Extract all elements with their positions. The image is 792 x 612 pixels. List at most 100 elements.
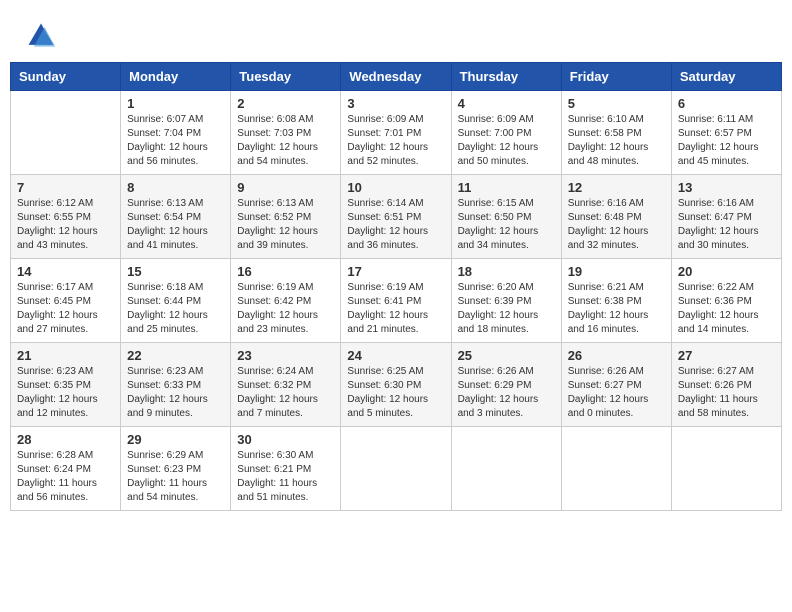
day-number: 30 [237,432,334,447]
day-number: 6 [678,96,775,111]
calendar-cell [341,427,451,511]
column-header-thursday: Thursday [451,63,561,91]
day-number: 8 [127,180,224,195]
cell-content: Sunrise: 6:13 AM Sunset: 6:54 PM Dayligh… [127,197,224,253]
calendar-cell [451,427,561,511]
day-number: 19 [568,264,665,279]
day-number: 27 [678,348,775,363]
day-number: 28 [17,432,114,447]
cell-content: Sunrise: 6:20 AM Sunset: 6:39 PM Dayligh… [458,281,555,337]
calendar-week-1: 1 Sunrise: 6:07 AM Sunset: 7:04 PM Daylig… [11,91,782,175]
cell-content: Sunrise: 6:10 AM Sunset: 6:58 PM Dayligh… [568,113,665,169]
column-header-monday: Monday [121,63,231,91]
cell-content: Sunrise: 6:15 AM Sunset: 6:50 PM Dayligh… [458,197,555,253]
calendar-cell: 27 Sunrise: 6:27 AM Sunset: 6:26 PM Dayli… [671,343,781,427]
day-number: 23 [237,348,334,363]
column-header-friday: Friday [561,63,671,91]
cell-content: Sunrise: 6:28 AM Sunset: 6:24 PM Dayligh… [17,449,114,505]
calendar-cell: 13 Sunrise: 6:16 AM Sunset: 6:47 PM Dayli… [671,175,781,259]
cell-content: Sunrise: 6:13 AM Sunset: 6:52 PM Dayligh… [237,197,334,253]
day-number: 12 [568,180,665,195]
calendar-cell: 23 Sunrise: 6:24 AM Sunset: 6:32 PM Dayli… [231,343,341,427]
day-number: 18 [458,264,555,279]
calendar-cell: 14Sunrise: 6:17 AM Sunset: 6:45 PM Dayli… [11,259,121,343]
day-number: 4 [458,96,555,111]
calendar-cell: 28 Sunrise: 6:28 AM Sunset: 6:24 PM Dayli… [11,427,121,511]
cell-content: Sunrise: 6:25 AM Sunset: 6:30 PM Dayligh… [347,365,444,421]
calendar-week-3: 14Sunrise: 6:17 AM Sunset: 6:45 PM Dayli… [11,259,782,343]
column-header-sunday: Sunday [11,63,121,91]
day-number: 25 [458,348,555,363]
day-number: 15 [127,264,224,279]
logo-icon [25,20,57,52]
day-number: 22 [127,348,224,363]
day-number: 10 [347,180,444,195]
calendar-cell: 17Sunrise: 6:19 AM Sunset: 6:41 PM Dayli… [341,259,451,343]
calendar-cell: 3 Sunrise: 6:09 AM Sunset: 7:01 PM Daylig… [341,91,451,175]
cell-content: Sunrise: 6:24 AM Sunset: 6:32 PM Dayligh… [237,365,334,421]
day-number: 11 [458,180,555,195]
day-number: 5 [568,96,665,111]
calendar-cell: 24 Sunrise: 6:25 AM Sunset: 6:30 PM Dayli… [341,343,451,427]
calendar-cell: 9 Sunrise: 6:13 AM Sunset: 6:52 PM Daylig… [231,175,341,259]
cell-content: Sunrise: 6:30 AM Sunset: 6:21 PM Dayligh… [237,449,334,505]
cell-content: Sunrise: 6:09 AM Sunset: 7:00 PM Dayligh… [458,113,555,169]
day-number: 24 [347,348,444,363]
cell-content: Sunrise: 6:26 AM Sunset: 6:29 PM Dayligh… [458,365,555,421]
cell-content: Sunrise: 6:23 AM Sunset: 6:35 PM Dayligh… [17,365,114,421]
calendar-cell [11,91,121,175]
logo [25,20,61,52]
calendar-cell: 8 Sunrise: 6:13 AM Sunset: 6:54 PM Daylig… [121,175,231,259]
cell-content: Sunrise: 6:19 AM Sunset: 6:41 PM Dayligh… [347,281,444,337]
cell-content: Sunrise: 6:17 AM Sunset: 6:45 PM Dayligh… [17,281,114,337]
cell-content: Sunrise: 6:11 AM Sunset: 6:57 PM Dayligh… [678,113,775,169]
calendar-cell: 5 Sunrise: 6:10 AM Sunset: 6:58 PM Daylig… [561,91,671,175]
column-header-tuesday: Tuesday [231,63,341,91]
cell-content: Sunrise: 6:14 AM Sunset: 6:51 PM Dayligh… [347,197,444,253]
day-number: 16 [237,264,334,279]
cell-content: Sunrise: 6:12 AM Sunset: 6:55 PM Dayligh… [17,197,114,253]
cell-content: Sunrise: 6:08 AM Sunset: 7:03 PM Dayligh… [237,113,334,169]
calendar-cell: 1 Sunrise: 6:07 AM Sunset: 7:04 PM Daylig… [121,91,231,175]
day-number: 26 [568,348,665,363]
calendar-cell: 22Sunrise: 6:23 AM Sunset: 6:33 PM Dayli… [121,343,231,427]
cell-content: Sunrise: 6:16 AM Sunset: 6:47 PM Dayligh… [678,197,775,253]
calendar-cell: 18 Sunrise: 6:20 AM Sunset: 6:39 PM Dayli… [451,259,561,343]
day-number: 1 [127,96,224,111]
day-number: 9 [237,180,334,195]
calendar-cell [671,427,781,511]
cell-content: Sunrise: 6:18 AM Sunset: 6:44 PM Dayligh… [127,281,224,337]
calendar-cell: 21 Sunrise: 6:23 AM Sunset: 6:35 PM Dayli… [11,343,121,427]
calendar-cell: 15 Sunrise: 6:18 AM Sunset: 6:44 PM Dayli… [121,259,231,343]
calendar-cell: 11 Sunrise: 6:15 AM Sunset: 6:50 PM Dayli… [451,175,561,259]
day-number: 3 [347,96,444,111]
day-number: 13 [678,180,775,195]
cell-content: Sunrise: 6:27 AM Sunset: 6:26 PM Dayligh… [678,365,775,421]
calendar-week-2: 7Sunrise: 6:12 AM Sunset: 6:55 PM Daylig… [11,175,782,259]
calendar-cell: 26 Sunrise: 6:26 AM Sunset: 6:27 PM Dayli… [561,343,671,427]
cell-content: Sunrise: 6:19 AM Sunset: 6:42 PM Dayligh… [237,281,334,337]
cell-content: Sunrise: 6:29 AM Sunset: 6:23 PM Dayligh… [127,449,224,505]
calendar-cell: 20 Sunrise: 6:22 AM Sunset: 6:36 PM Dayli… [671,259,781,343]
calendar-week-5: 28 Sunrise: 6:28 AM Sunset: 6:24 PM Dayli… [11,427,782,511]
cell-content: Sunrise: 6:07 AM Sunset: 7:04 PM Dayligh… [127,113,224,169]
page-header [10,10,782,57]
day-number: 21 [17,348,114,363]
calendar-table: SundayMondayTuesdayWednesdayThursdayFrid… [10,62,782,511]
calendar-cell: 2Sunrise: 6:08 AM Sunset: 7:03 PM Daylig… [231,91,341,175]
calendar-cell: 12Sunrise: 6:16 AM Sunset: 6:48 PM Dayli… [561,175,671,259]
day-number: 20 [678,264,775,279]
calendar-cell: 16 Sunrise: 6:19 AM Sunset: 6:42 PM Dayli… [231,259,341,343]
day-number: 29 [127,432,224,447]
calendar-cell: 19Sunrise: 6:21 AM Sunset: 6:38 PM Dayli… [561,259,671,343]
calendar-cell: 6 Sunrise: 6:11 AM Sunset: 6:57 PM Daylig… [671,91,781,175]
calendar-cell [561,427,671,511]
calendar-cell: 25 Sunrise: 6:26 AM Sunset: 6:29 PM Dayli… [451,343,561,427]
column-header-wednesday: Wednesday [341,63,451,91]
cell-content: Sunrise: 6:22 AM Sunset: 6:36 PM Dayligh… [678,281,775,337]
calendar-header-row: SundayMondayTuesdayWednesdayThursdayFrid… [11,63,782,91]
calendar-cell: 4 Sunrise: 6:09 AM Sunset: 7:00 PM Daylig… [451,91,561,175]
cell-content: Sunrise: 6:09 AM Sunset: 7:01 PM Dayligh… [347,113,444,169]
calendar-cell: 30 Sunrise: 6:30 AM Sunset: 6:21 PM Dayli… [231,427,341,511]
cell-content: Sunrise: 6:26 AM Sunset: 6:27 PM Dayligh… [568,365,665,421]
